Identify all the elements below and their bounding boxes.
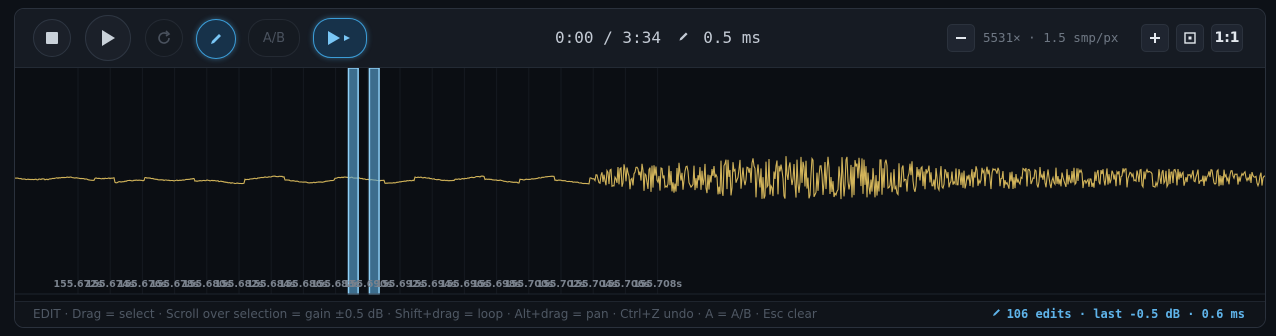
loop-button[interactable] xyxy=(145,19,183,57)
zoom-in-button[interactable] xyxy=(1141,24,1169,52)
ab-label: A/B xyxy=(262,30,286,46)
play-next-icon xyxy=(328,31,350,45)
time-readout: 0:00 / 3:34 xyxy=(555,28,661,47)
minus-icon xyxy=(956,37,966,39)
selection-region-2[interactable] xyxy=(368,68,380,295)
time-display: 0:00 / 3:34 0.5 ms xyxy=(555,28,761,47)
selections[interactable] xyxy=(347,68,380,295)
edit-step: 0.5 ms xyxy=(703,28,762,47)
zoom-out-button[interactable] xyxy=(947,24,975,52)
grid-lines xyxy=(77,68,659,294)
zoom-level: 5531× · 1.5 smp/px xyxy=(983,30,1119,45)
ab-button[interactable]: A/B xyxy=(248,19,300,57)
status-bar: EDIT · Drag = select · Scroll over selec… xyxy=(15,301,1265,327)
pencil-icon xyxy=(992,309,1000,316)
fit-view-button[interactable] xyxy=(1176,24,1204,52)
toolbar: A/B 0:00 / 3:34 0.5 ms 5531× · 1.5 smp/p… xyxy=(15,9,1265,68)
edit-summary: 106 edits · last -0.5 dB · 0.6 ms xyxy=(991,307,1245,321)
fit-icon xyxy=(1184,32,1196,44)
selection-region-1[interactable] xyxy=(347,68,359,295)
waveform-canvas[interactable] xyxy=(15,68,1265,301)
zoom-1to1-button[interactable]: 1:1 xyxy=(1211,24,1243,52)
one-to-one-label: 1:1 xyxy=(1214,30,1240,46)
waveform-editor: A/B 0:00 / 3:34 0.5 ms 5531× · 1.5 smp/p… xyxy=(14,8,1266,328)
edit-count: 106 edits · last -0.5 dB · 0.6 ms xyxy=(1006,307,1245,321)
waveform-trace xyxy=(15,156,1265,200)
play-next-button[interactable] xyxy=(313,18,367,58)
edit-mode-button[interactable] xyxy=(196,19,236,59)
stop-button[interactable] xyxy=(33,19,71,57)
stop-icon xyxy=(46,32,58,44)
pencil-icon xyxy=(679,32,688,41)
loop-icon xyxy=(158,30,171,44)
time-tick-label: 155.708s xyxy=(633,279,683,290)
plus-icon xyxy=(1150,33,1160,43)
play-button[interactable] xyxy=(85,15,131,61)
pencil-icon xyxy=(211,34,221,44)
shortcut-hints: EDIT · Drag = select · Scroll over selec… xyxy=(33,307,817,321)
play-icon xyxy=(102,30,115,46)
